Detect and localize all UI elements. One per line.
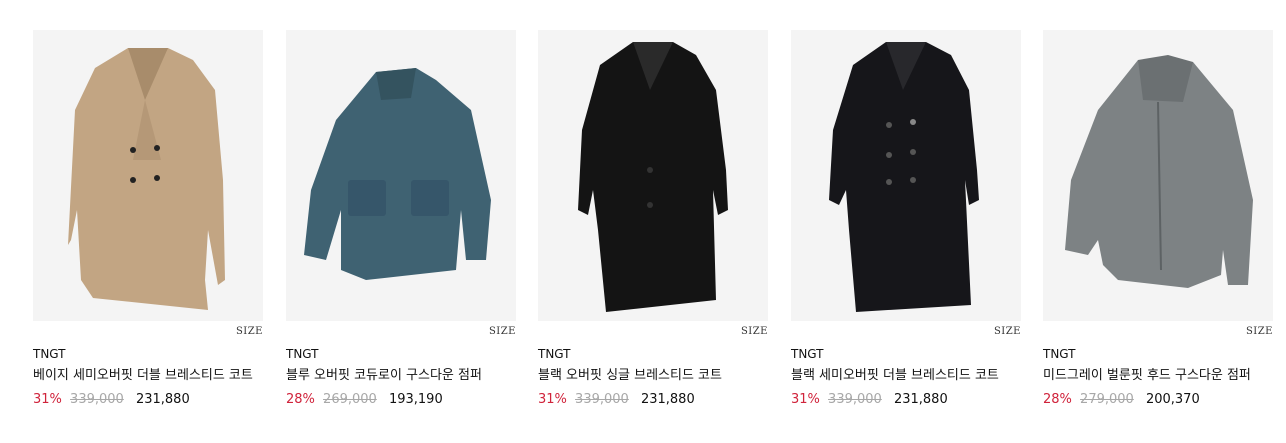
sale-price: 231,880 [135,392,190,407]
product-card[interactable]: SIZE TNGT 베이지 세미오버핏 더블 브레스티드 코트 31% 339,… [33,30,263,408]
size-link[interactable]: SIZE [538,325,768,339]
coat-image [578,42,728,312]
coat-button [910,149,916,155]
coat-image [68,48,225,310]
product-image[interactable] [1043,30,1273,321]
product-card[interactable]: SIZE TNGT 블랙 오버핏 싱글 브레스티드 코트 31% 339,000… [538,30,768,408]
discount-rate: 31% [538,392,567,407]
jacket-hood-shape [1138,55,1193,102]
original-price: 269,000 [323,392,377,407]
product-image[interactable] [286,30,516,321]
coat-button [130,147,136,153]
product-grid: SIZE TNGT 베이지 세미오버핏 더블 브레스티드 코트 31% 339,… [0,0,1286,443]
brand-name[interactable]: TNGT [286,347,516,361]
coat-button [647,167,653,173]
coat-button [910,119,916,125]
product-card[interactable]: SIZE TNGT 블루 오버핏 코듀로이 구스다운 점퍼 28% 269,00… [286,30,516,408]
sale-price: 231,880 [640,392,695,407]
coat-button [886,179,892,185]
coat-button [154,175,160,181]
jacket-collar-shape [376,68,416,100]
product-name[interactable]: 블랙 오버핏 싱글 브레스티드 코트 [538,366,768,385]
price-row: 28% 279,000 200,370 [1043,391,1273,408]
product-name[interactable]: 블랙 세미오버핏 더블 브레스티드 코트 [791,366,1021,385]
jacket-pocket-shape [348,180,386,216]
brand-name[interactable]: TNGT [1043,347,1273,361]
original-price: 339,000 [575,392,629,407]
coat-button [130,177,136,183]
coat-image [829,42,979,312]
discount-rate: 28% [1043,392,1072,407]
discount-rate: 31% [33,392,62,407]
size-link[interactable]: SIZE [33,325,263,339]
brand-name[interactable]: TNGT [33,347,263,361]
sale-price: 231,880 [893,392,948,407]
original-price: 279,000 [1080,392,1134,407]
product-card[interactable]: SIZE TNGT 미드그레이 벌룬핏 후드 구스다운 점퍼 28% 279,0… [1043,30,1273,408]
price-row: 31% 339,000 231,880 [33,391,263,408]
product-name[interactable]: 미드그레이 벌룬핏 후드 구스다운 점퍼 [1043,366,1273,385]
discount-rate: 31% [791,392,820,407]
product-name[interactable]: 블루 오버핏 코듀로이 구스다운 점퍼 [286,366,516,385]
coat-button [886,122,892,128]
coat-button [154,145,160,151]
product-image[interactable] [33,30,263,321]
coat-button [910,177,916,183]
product-image[interactable] [791,30,1021,321]
original-price: 339,000 [828,392,882,407]
jacket-pocket-shape [411,180,449,216]
size-link[interactable]: SIZE [791,325,1021,339]
jacket-image [1065,55,1253,288]
product-card[interactable]: SIZE TNGT 블랙 세미오버핏 더블 브레스티드 코트 31% 339,0… [791,30,1021,408]
product-name[interactable]: 베이지 세미오버핏 더블 브레스티드 코트 [33,366,263,385]
price-row: 28% 269,000 193,190 [286,391,516,408]
brand-name[interactable]: TNGT [791,347,1021,361]
coat-button [886,152,892,158]
size-link[interactable]: SIZE [1043,325,1273,339]
size-link[interactable]: SIZE [286,325,516,339]
price-row: 31% 339,000 231,880 [791,391,1021,408]
jacket-image [304,68,491,280]
price-row: 31% 339,000 231,880 [538,391,768,408]
discount-rate: 28% [286,392,315,407]
coat-button [647,202,653,208]
product-image[interactable] [538,30,768,321]
sale-price: 200,370 [1145,392,1200,407]
sale-price: 193,190 [388,392,443,407]
brand-name[interactable]: TNGT [538,347,768,361]
original-price: 339,000 [70,392,124,407]
jacket-body-shape [304,68,491,280]
